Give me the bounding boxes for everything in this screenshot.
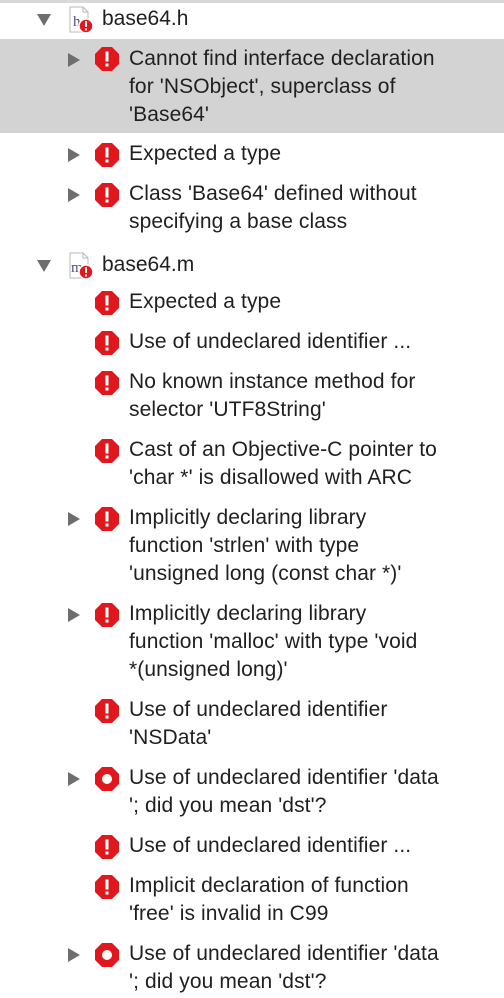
implementation-file-icon: m bbox=[66, 252, 96, 280]
file-name: base64.m bbox=[102, 253, 195, 276]
disclosure-triangle-expanded-icon[interactable] bbox=[36, 258, 52, 274]
issue-row[interactable]: Expected a type bbox=[0, 288, 504, 320]
issue-row[interactable]: Class 'Base64' defined without specifyin… bbox=[0, 180, 504, 240]
fixit-error-icon bbox=[94, 766, 120, 792]
issue-row[interactable]: Use of undeclared identifier 'data '; di… bbox=[0, 940, 504, 998]
file-name: base64.h bbox=[102, 7, 189, 30]
issue-message: Implicit declaration of function 'free' … bbox=[129, 874, 409, 925]
issue-row[interactable]: Expected a type bbox=[0, 140, 504, 172]
error-octagon-icon bbox=[94, 182, 120, 208]
issue-message: Cannot find interface declaration for 'N… bbox=[129, 47, 435, 126]
issue-row[interactable]: Implicitly declaring library function 'm… bbox=[0, 600, 504, 688]
issue-message: Use of undeclared identifier ... bbox=[129, 834, 412, 857]
disclosure-triangle-collapsed-icon[interactable] bbox=[66, 187, 82, 203]
disclosure-triangle-collapsed-icon[interactable] bbox=[66, 607, 82, 623]
issue-message: Cast of an Objective-C pointer to 'char … bbox=[129, 438, 437, 489]
error-octagon-icon bbox=[94, 438, 120, 464]
disclosure-triangle-collapsed-icon[interactable] bbox=[66, 511, 82, 527]
issue-message: Class 'Base64' defined without specifyin… bbox=[129, 182, 417, 233]
issue-message: Use of undeclared identifier 'NSData' bbox=[129, 698, 388, 749]
issue-message: Expected a type bbox=[129, 142, 282, 165]
error-octagon-icon bbox=[94, 142, 120, 168]
error-octagon-icon bbox=[94, 46, 120, 72]
issue-row[interactable]: Use of undeclared identifier 'NSData' bbox=[0, 696, 504, 756]
issue-message: No known instance method for selector 'U… bbox=[129, 370, 416, 421]
error-octagon-icon bbox=[94, 698, 120, 724]
error-octagon-icon bbox=[94, 370, 120, 396]
issue-message: Use of undeclared identifier 'data '; di… bbox=[129, 942, 439, 993]
issue-row[interactable]: Cast of an Objective-C pointer to 'char … bbox=[0, 436, 504, 496]
issue-row[interactable]: No known instance method for selector 'U… bbox=[0, 368, 504, 428]
disclosure-triangle-collapsed-icon[interactable] bbox=[66, 947, 82, 963]
issue-message: Use of undeclared identifier 'data '; di… bbox=[129, 766, 439, 817]
issue-message: Implicitly declaring library function 'm… bbox=[129, 602, 418, 681]
issue-message: Use of undeclared identifier ... bbox=[129, 330, 412, 353]
error-octagon-icon bbox=[94, 506, 120, 532]
fixit-error-icon bbox=[94, 942, 120, 968]
disclosure-triangle-expanded-icon[interactable] bbox=[36, 12, 52, 28]
error-octagon-icon bbox=[94, 602, 120, 628]
issue-navigator: h base64.h Cannot find interface declara… bbox=[0, 0, 504, 998]
disclosure-triangle-collapsed-icon[interactable] bbox=[66, 771, 82, 787]
issue-message: Implicitly declaring library function 's… bbox=[129, 506, 402, 585]
issue-row[interactable]: Implicitly declaring library function 's… bbox=[0, 504, 504, 592]
issue-row[interactable]: Use of undeclared identifier ... bbox=[0, 832, 504, 864]
issue-row-selected[interactable]: Cannot find interface declaration for 'N… bbox=[0, 39, 504, 133]
issue-row[interactable]: Implicit declaration of function 'free' … bbox=[0, 872, 504, 932]
issue-row[interactable]: Use of undeclared identifier ... bbox=[0, 328, 504, 360]
file-row-base64-m[interactable]: m base64.m bbox=[0, 248, 504, 284]
issue-message: Expected a type bbox=[129, 290, 282, 313]
issue-row[interactable]: Use of undeclared identifier 'data '; di… bbox=[0, 764, 504, 824]
disclosure-triangle-collapsed-icon[interactable] bbox=[66, 52, 82, 68]
error-octagon-icon bbox=[94, 330, 120, 356]
error-octagon-icon bbox=[94, 834, 120, 860]
header-file-icon: h bbox=[66, 6, 96, 34]
error-octagon-icon bbox=[94, 290, 120, 316]
error-octagon-icon bbox=[94, 874, 120, 900]
file-row-base64-h[interactable]: h base64.h bbox=[0, 2, 504, 38]
disclosure-triangle-collapsed-icon[interactable] bbox=[66, 147, 82, 163]
